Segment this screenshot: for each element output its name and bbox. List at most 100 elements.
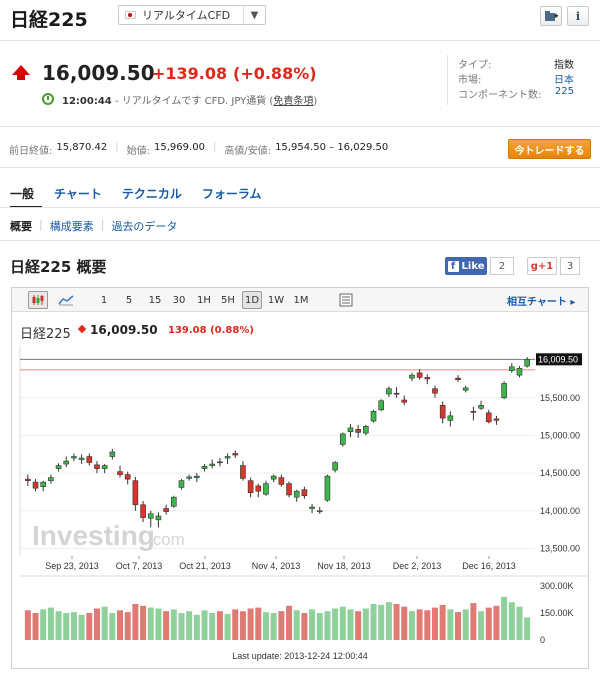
volume-bar — [117, 610, 124, 640]
volume-bar — [93, 608, 100, 640]
candle-body — [501, 383, 507, 399]
volume-bar — [439, 604, 446, 640]
volume-bar — [431, 607, 438, 640]
volume-bar — [186, 611, 193, 640]
candle-body — [124, 474, 131, 480]
candle-body — [270, 475, 277, 480]
volume-bar — [70, 612, 77, 640]
volume-bar — [247, 608, 254, 640]
volume-bar — [32, 613, 39, 640]
candle-body — [493, 418, 500, 421]
candle-body — [78, 457, 85, 460]
candle-body — [462, 387, 469, 391]
candle-body — [201, 466, 208, 469]
volume-tick-label: 150.00K — [540, 608, 574, 618]
candle-body — [386, 388, 392, 395]
volume-bar — [86, 613, 93, 640]
candle-body — [432, 388, 438, 394]
candle-body — [55, 465, 62, 469]
x-tick-label: Sep 23, 2013 — [45, 561, 99, 571]
volume-bar — [455, 612, 462, 640]
volume-bar — [255, 607, 262, 640]
volume-bar — [378, 604, 385, 640]
candle-body — [516, 368, 523, 376]
volume-bar — [493, 605, 500, 640]
candle-body — [485, 412, 492, 423]
y-tick-label: 13,500.00 — [540, 543, 580, 553]
candle-body — [71, 456, 77, 459]
candle-body — [355, 429, 361, 433]
volume-bar — [316, 613, 323, 640]
candle-body — [186, 476, 192, 479]
volume-bar — [370, 604, 377, 640]
volume-bar — [478, 611, 485, 640]
price-chart: 15,500.00 15,000.00 14,500.00 14,000.00 13,5… — [19, 345, 588, 661]
x-tick-label: Nov 18, 2013 — [317, 561, 371, 571]
volume-bar — [216, 611, 223, 640]
x-tick-label: Oct 7, 2013 — [116, 561, 163, 571]
volume-bar — [132, 604, 139, 640]
candle-body — [316, 510, 323, 513]
volume-bar — [209, 613, 216, 640]
x-tick-label: Oct 21, 2013 — [179, 561, 231, 571]
candle-body — [101, 465, 108, 469]
candle-body — [255, 485, 262, 492]
candle-body — [370, 411, 377, 422]
candle-body — [301, 489, 308, 497]
candle-body — [247, 480, 254, 493]
candle-body — [447, 415, 454, 421]
volume-bar — [385, 602, 392, 640]
last-update-text: Last update: 2013-12-24 12:00:44 — [232, 651, 368, 661]
candle-body — [178, 480, 185, 488]
candle-body — [25, 478, 31, 481]
candle-body — [339, 433, 346, 445]
candle-body — [278, 477, 285, 485]
volume-bar — [293, 610, 300, 640]
candle-body — [401, 399, 408, 403]
volume-bar — [408, 611, 415, 640]
candle-body — [363, 426, 369, 434]
candle-body — [309, 506, 315, 509]
volume-bar — [101, 606, 108, 640]
candle-body — [470, 411, 477, 413]
candle-body — [94, 464, 100, 469]
candle-body — [424, 377, 431, 380]
candle-body — [86, 456, 93, 463]
candle-body — [109, 451, 116, 457]
volume-bar — [278, 611, 285, 640]
candle-body — [163, 508, 169, 512]
volume-bar — [109, 613, 116, 640]
candle-body — [117, 471, 123, 475]
y-tick-label: 14,500.00 — [540, 468, 580, 478]
candle-body — [378, 400, 385, 411]
candle-body — [209, 463, 216, 466]
candle-body — [286, 483, 292, 496]
volume-bar — [501, 596, 508, 640]
volume-tick-label: 300.00K — [540, 581, 574, 591]
x-tick-label: Dec 2, 2013 — [393, 561, 442, 571]
volume-bar — [232, 609, 239, 640]
candle-body — [324, 475, 331, 501]
volume-bar — [324, 611, 331, 640]
candle-body — [332, 462, 338, 471]
candle-body — [63, 460, 70, 465]
volume-bar — [193, 614, 200, 640]
x-tick-label: Dec 16, 2013 — [462, 561, 516, 571]
volume-bar — [462, 609, 469, 640]
volume-bar — [163, 611, 170, 640]
y-tick-label: 15,500.00 — [540, 393, 580, 403]
volume-bar — [78, 614, 85, 640]
volume-bar — [424, 610, 431, 640]
candle-body — [48, 477, 54, 481]
candle-body — [263, 483, 269, 495]
volume-bar — [124, 612, 131, 640]
candle-body — [347, 427, 354, 432]
candle-body — [524, 359, 530, 367]
volume-bar — [447, 609, 454, 640]
volume-bar — [332, 608, 339, 640]
candle-body — [40, 481, 47, 487]
candle-body — [32, 481, 39, 489]
candle-body — [217, 461, 223, 464]
last-price-label: 16,009.50 — [538, 354, 578, 364]
volume-bar — [24, 610, 31, 640]
